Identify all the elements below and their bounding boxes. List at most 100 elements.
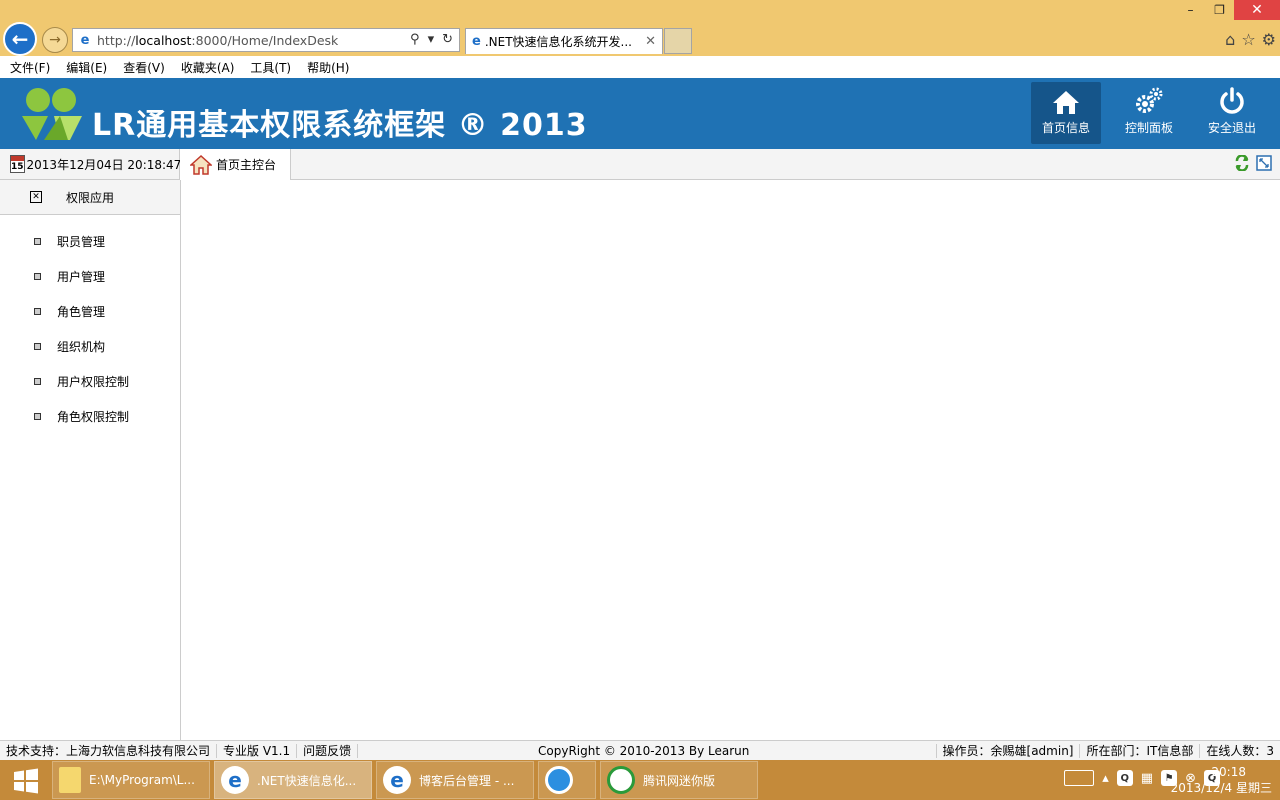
- feedback-link[interactable]: 问题反馈: [297, 743, 359, 758]
- tencent-news-icon: [607, 766, 635, 794]
- forward-button[interactable]: →: [42, 27, 68, 53]
- taskbar-label: .NET快速信息化...: [257, 773, 357, 788]
- windows-taskbar: E:\MyProgram\L... e .NET快速信息化... e 博客后台管…: [0, 760, 1280, 800]
- sidebar-item-label: 用户权限控制: [57, 375, 130, 389]
- home-info-button[interactable]: 首页信息: [1031, 82, 1101, 144]
- arrow-left-icon: ←: [11, 27, 29, 51]
- collapse-icon[interactable]: ✕: [30, 191, 42, 203]
- back-button[interactable]: ←: [3, 22, 37, 56]
- taskbar-label: 博客后台管理 - ...: [419, 773, 515, 788]
- restore-button[interactable]: ❐: [1205, 0, 1234, 20]
- sidebar-item-label: 用户管理: [57, 270, 106, 284]
- menu-edit[interactable]: 编辑(E): [66, 59, 107, 76]
- status-footer: 技术支持：上海力软信息科技有限公司 专业版 V1.1 问题反馈 CopyRigh…: [0, 740, 1280, 760]
- bullet-icon: [34, 273, 41, 280]
- app-header: LR通用基本权限系统框架 ® 2013 首页信息 控制面板 安全退出: [0, 78, 1280, 149]
- bullet-icon: [34, 343, 41, 350]
- settings-gear-icon[interactable]: ⚙: [1262, 30, 1276, 49]
- main-content: [181, 180, 1280, 740]
- bullet-icon: [34, 413, 41, 420]
- control-panel-button[interactable]: 控制面板: [1114, 82, 1184, 144]
- taskbar-item-ie-blog[interactable]: e 博客后台管理 - ...: [376, 761, 534, 799]
- browser-toolbar: ⌂ ☆ ⚙: [1225, 30, 1276, 49]
- browser-chrome: – ❐ ✕ ← → e http://localhost:8000/Home/I…: [0, 0, 1280, 56]
- dropdown-icon[interactable]: ▾: [428, 32, 435, 47]
- windows-logo-icon: [14, 768, 38, 794]
- sidebar-item-label: 职员管理: [57, 235, 106, 249]
- favorites-star-icon[interactable]: ☆: [1241, 30, 1255, 49]
- new-tab-button[interactable]: [664, 28, 692, 54]
- sidebar-item-user-permissions[interactable]: 用户权限控制: [0, 364, 180, 399]
- sidebar-item-label: 角色管理: [57, 305, 106, 319]
- menu-view[interactable]: 查看(V): [123, 59, 165, 76]
- sidebar-item-role-permissions[interactable]: 角色权限控制: [0, 399, 180, 434]
- start-button[interactable]: [6, 766, 46, 796]
- taskbar-clock[interactable]: 20:18 2013/12/4 星期三: [1162, 764, 1272, 796]
- address-bar[interactable]: e http://localhost:8000/Home/IndexDesk ⚲…: [72, 28, 460, 52]
- menu-file[interactable]: 文件(F): [10, 59, 50, 76]
- tab-home-console[interactable]: 首页主控台: [180, 149, 291, 180]
- sidebar-item-label: 组织机构: [57, 340, 106, 354]
- ie-page-icon: e: [80, 32, 90, 48]
- house-icon: [190, 154, 212, 175]
- tab-home-label: 首页主控台: [216, 158, 277, 172]
- sidebar-item-organization[interactable]: 组织机构: [0, 329, 180, 364]
- bullet-icon: [34, 308, 41, 315]
- current-datetime: 2013年12月04日 20:18:47: [26, 157, 182, 172]
- tech-support-text: 技术支持：上海力软信息科技有限公司: [0, 743, 218, 758]
- refresh-icon[interactable]: ↻: [442, 32, 453, 47]
- menu-favorites[interactable]: 收藏夹(A): [181, 59, 235, 76]
- online-count-text: 在线人数：3: [1199, 743, 1280, 758]
- minimize-button[interactable]: –: [1176, 0, 1205, 20]
- clock-time: 20:18: [1211, 765, 1246, 779]
- sidebar-item-staff[interactable]: 职员管理: [0, 224, 180, 259]
- bullet-icon: [34, 378, 41, 385]
- date-bar: 15 2013年12月04日 20:18:47: [0, 149, 182, 180]
- edition-text: 专业版 V1.1: [217, 743, 298, 758]
- browser-tab[interactable]: e .NET快速信息化系统开发... ✕: [465, 28, 663, 54]
- arrow-right-icon: →: [49, 32, 61, 48]
- sidebar-item-roles[interactable]: 角色管理: [0, 294, 180, 329]
- app-title: LR通用基本权限系统框架 ® 2013: [92, 108, 588, 143]
- sidebar-section-title: 权限应用: [66, 190, 115, 205]
- content-tab-bar: 首页主控台: [180, 149, 1280, 180]
- folder-icon: [59, 767, 81, 793]
- operator-text: 操作员：余赐雄[admin]: [935, 743, 1080, 758]
- ie-icon: e: [383, 766, 411, 794]
- app-logo-icon: [22, 88, 82, 140]
- taskbar-item-ie-net[interactable]: e .NET快速信息化...: [214, 761, 372, 799]
- power-icon: [1220, 87, 1244, 114]
- ie-icon: e: [221, 766, 249, 794]
- sidebar-section-header[interactable]: ✕ 权限应用: [0, 180, 180, 215]
- close-button[interactable]: ✕: [1234, 0, 1280, 20]
- sidebar-item-users[interactable]: 用户管理: [0, 259, 180, 294]
- sidebar-item-label: 角色权限控制: [57, 410, 130, 424]
- qq-icon[interactable]: Q: [1116, 770, 1133, 786]
- taskbar-item-explorer[interactable]: E:\MyProgram\L...: [52, 761, 210, 799]
- sidebar: ✕ 权限应用 职员管理 用户管理 角色管理 组织机构 用户权限控制 角色权限控制: [0, 180, 181, 740]
- logout-label: 安全退出: [1207, 121, 1256, 135]
- keyboard-icon[interactable]: [1064, 770, 1095, 786]
- logout-button[interactable]: 安全退出: [1197, 82, 1267, 144]
- fullscreen-icon[interactable]: [1256, 155, 1272, 171]
- home-info-label: 首页信息: [1041, 121, 1090, 135]
- ie-tab-icon: e: [472, 34, 481, 49]
- window-controls: – ❐ ✕: [1176, 0, 1280, 22]
- refresh-icon[interactable]: [1234, 155, 1250, 171]
- home-icon[interactable]: ⌂: [1225, 30, 1235, 49]
- taskbar-item-qq-browser[interactable]: [538, 761, 596, 799]
- taskbar-item-tencent-news[interactable]: 腾讯网迷你版: [600, 761, 758, 799]
- browser-menubar: 文件(F) 编辑(E) 查看(V) 收藏夹(A) 工具(T) 帮助(H): [0, 56, 1280, 78]
- gears-icon: [1136, 87, 1163, 113]
- grid-icon[interactable]: ▦: [1141, 771, 1153, 786]
- search-icon[interactable]: ⚲: [410, 32, 420, 47]
- qq-browser-icon: [545, 766, 573, 794]
- copyright-text: CopyRight © 2010-2013 By Learun: [538, 743, 750, 758]
- url-text: http://localhost:8000/Home/IndexDesk: [97, 32, 339, 48]
- close-tab-icon[interactable]: ✕: [645, 34, 656, 49]
- menu-help[interactable]: 帮助(H): [307, 59, 349, 76]
- menu-tools[interactable]: 工具(T): [250, 59, 291, 76]
- home-icon: [1053, 91, 1079, 114]
- tray-expand-icon[interactable]: ▴: [1102, 771, 1109, 786]
- taskbar-label: 腾讯网迷你版: [643, 773, 716, 788]
